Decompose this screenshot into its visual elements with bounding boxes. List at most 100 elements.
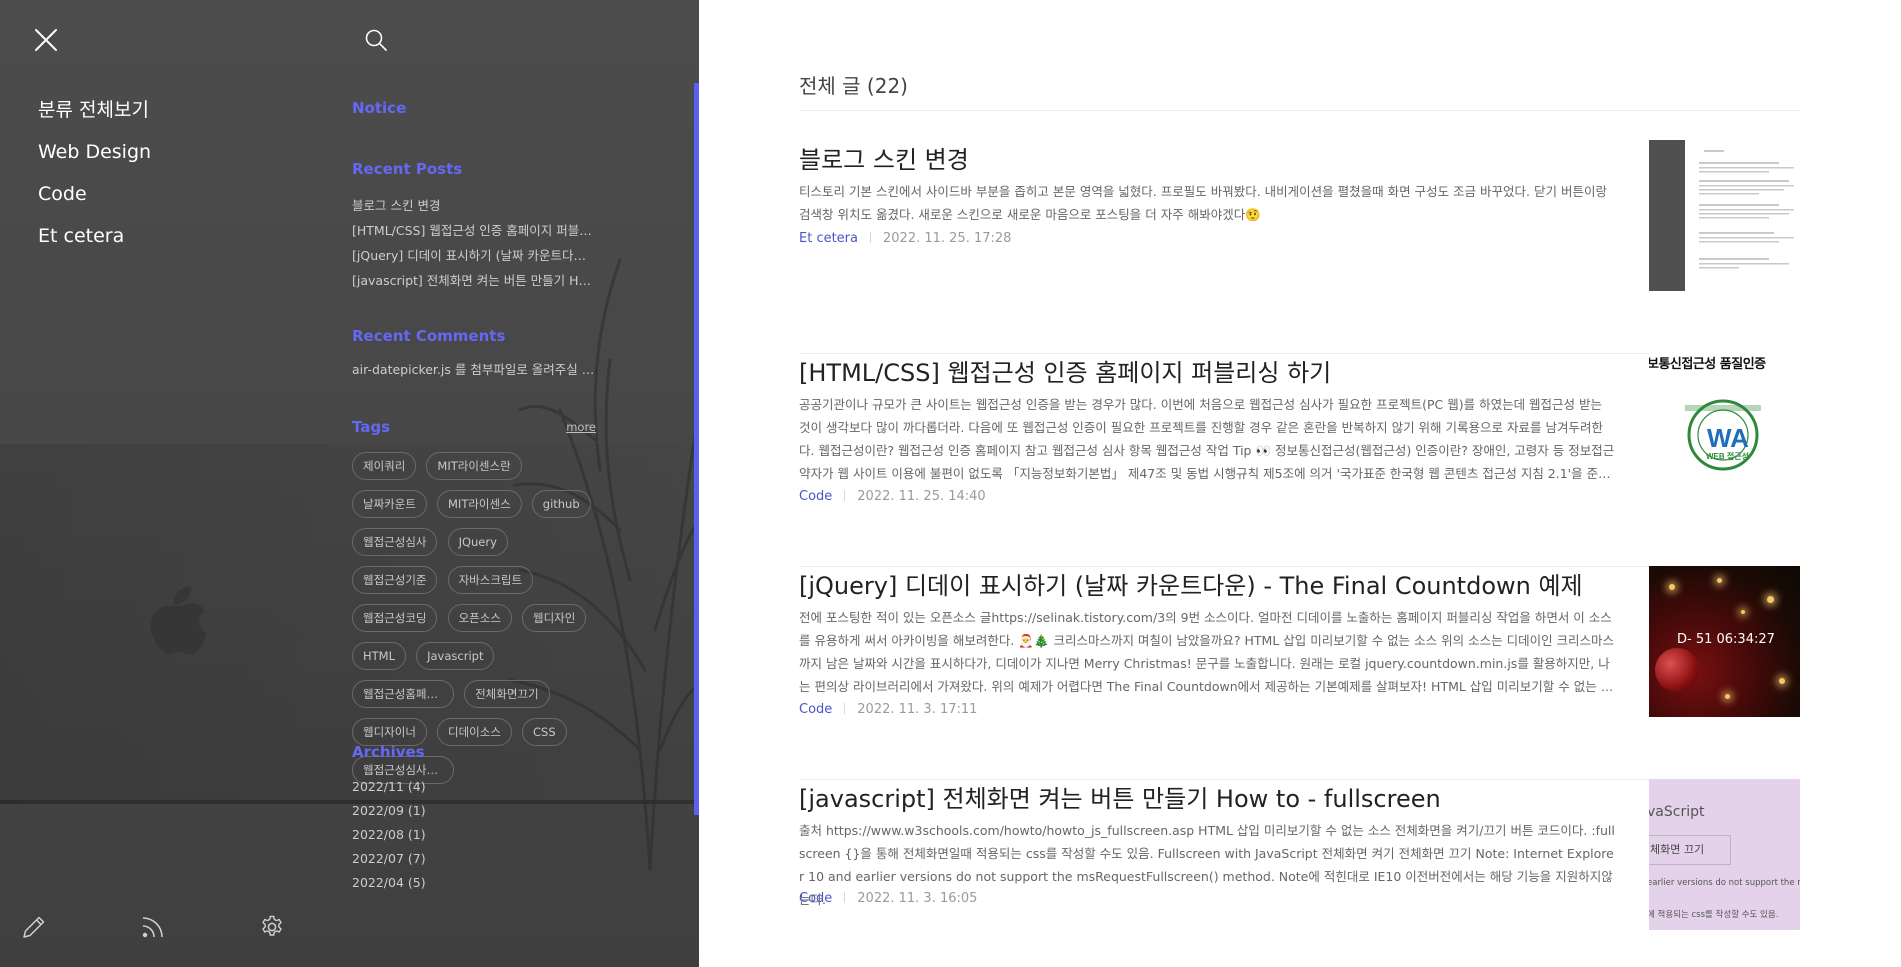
tag-item[interactable]: JQuery [447,528,508,556]
countdown-text: D- 51 06:34:27 [1677,632,1775,647]
post-thumbnail[interactable]: 보통신접근성 품질인증 WA WEB 접근성 [1649,353,1800,504]
post-item[interactable]: [javascript] 전체화면 켜는 버튼 만들기 How to - ful… [799,779,1800,967]
post-category-link[interactable]: Et cetera [799,231,858,246]
light-dot [1717,578,1722,583]
tag-item[interactable]: 날짜카운트 [352,490,427,518]
close-button[interactable] [34,28,58,52]
post-meta: Code 2022. 11. 3. 16:05 [799,891,977,906]
post-summary: 공공기관이나 규모가 큰 사이트는 웹접근성 인증을 받는 경우가 많다. 이번… [799,397,1615,481]
section-title: 전체 글 (22) [799,74,908,98]
post-date: 2022. 11. 25. 14:40 [857,489,986,504]
recent-posts-title: Recent Posts [352,160,463,178]
rss-icon [142,917,163,938]
post-summary: 티스토리 기본 스킨에서 사이드바 부분을 좁히고 본문 영역을 넓혔다. 프로… [799,184,1607,222]
notice-title[interactable]: Notice [352,99,596,117]
meta-divider [870,232,871,243]
tag-item[interactable]: 오픈소스 [447,604,512,632]
post-title[interactable]: [javascript] 전체화면 켜는 버튼 만들기 How to - ful… [799,779,1441,814]
light-dot [1741,610,1745,614]
meta-divider [844,490,846,501]
recent-post-item[interactable]: 블로그 스킨 변경 [352,197,596,222]
tag-item[interactable]: 웹디자이너 [352,718,427,746]
category-item-all[interactable]: 분류 전체보기 [38,96,151,138]
apple-logo-icon [150,586,207,655]
tag-item[interactable]: 웹디자인 [522,604,587,632]
tag-item[interactable]: 웹접근성심사 [352,528,438,556]
search-button[interactable] [364,28,388,52]
pencil-icon [23,916,45,938]
archive-item[interactable]: 2022/09 (1) [352,802,596,826]
thumbnail-button-shape: 체화면 끄기 [1649,835,1731,865]
archives-section: Archives 2022/11 (4) 2022/09 (1) 2022/08… [352,743,596,898]
wa-badge-sub: WEB 접근성 [1706,451,1749,461]
category-item-et-cetera[interactable]: Et cetera [38,222,151,264]
post-thumbnail[interactable] [1649,140,1800,291]
post-meta: Et cetera 2022. 11. 25. 17:28 [799,231,1011,246]
tags-more-link[interactable]: more [566,420,596,434]
tag-item[interactable]: 웹접근성코딩 [352,604,438,632]
tag-item[interactable]: 제이쿼리 [352,452,417,480]
tag-item[interactable]: 전체화면끄기 [464,680,550,708]
post-category-link[interactable]: Code [799,489,832,504]
thumbnail-text: vaScript [1649,804,1705,820]
recent-post-item[interactable]: [HTML/CSS] 웹접근성 인증 홈페이지 퍼블리싱 하기 [352,222,596,247]
post-date: 2022. 11. 3. 16:05 [857,891,978,906]
thumbnail-text: 에 적용되는 css를 작성할 수도 있음. [1649,910,1779,920]
tags-section: Tags more 제이쿼리 MIT라이센스란 날짜카운트 MIT라이센스 gi… [352,418,596,794]
recent-comment-item[interactable]: air-datepicker.js 를 첨부파일로 올려주실 수 있을까요? [352,361,596,386]
wa-certification-mark: WA WEB 접근성 [1685,399,1761,471]
archives-title: Archives [352,743,425,761]
recent-post-item[interactable]: [javascript] 전체화면 켜는 버튼 만들기 How to - ful… [352,272,596,297]
archives-list: 2022/11 (4) 2022/09 (1) 2022/08 (1) 2022… [352,778,596,898]
tag-item[interactable]: github [531,490,591,518]
tag-item[interactable]: 자바스크립트 [447,566,534,594]
tag-item[interactable]: HTML [352,642,407,670]
sidebar: 분류 전체보기 Web Design Code Et cetera Notice… [0,0,699,967]
tag-item[interactable]: 디데이소스 [437,718,512,746]
wa-badge-text: WA [1707,423,1749,453]
tag-item[interactable]: MIT라이센스란 [426,452,522,480]
archive-item[interactable]: 2022/08 (1) [352,826,596,850]
write-button[interactable] [21,914,47,940]
search-icon [365,29,387,51]
tag-item[interactable]: 웹접근성기준 [352,566,438,594]
post-title[interactable]: [jQuery] 디데이 표시하기 (날짜 카운트다운) - The Final… [799,566,1583,601]
post-meta: Code 2022. 11. 25. 14:40 [799,489,986,504]
post-category-link[interactable]: Code [799,891,832,906]
thumbnail-text: earlier versions do not support the m [1649,878,1800,888]
tags-title: Tags [352,418,391,436]
post-title[interactable]: 블로그 스킨 변경 [799,140,969,175]
recent-posts-section: Recent Posts 블로그 스킨 변경 [HTML/CSS] 웹접근성 인… [352,160,596,297]
post-thumbnail[interactable]: D- 51 06:34:27 [1649,566,1800,717]
meta-divider [844,892,846,903]
post-category-link[interactable]: Code [799,702,832,717]
tag-item[interactable]: MIT라이센스 [437,490,522,518]
tag-item[interactable]: Javascript [416,642,495,670]
tag-item[interactable]: CSS [522,718,567,746]
sidebar-scrollbar[interactable] [694,83,699,815]
notice-section: Notice [352,99,596,117]
post-item[interactable]: 블로그 스킨 변경 티스토리 기본 스킨에서 사이드바 부분을 좁히고 본문 영… [799,140,1800,354]
archive-item[interactable]: 2022/11 (4) [352,778,596,802]
main-content: 전체 글 (22) 블로그 스킨 변경 티스토리 기본 스킨에서 사이드바 부분… [700,0,1901,967]
category-item-web-design[interactable]: Web Design [38,138,151,180]
archive-item[interactable]: 2022/07 (7) [352,850,596,874]
recent-comments-title: Recent Comments [352,327,506,345]
post-thumbnail[interactable]: vaScript 체화면 끄기 earlier versions do not … [1649,779,1800,930]
meta-divider [844,703,846,714]
category-item-code[interactable]: Code [38,180,151,222]
close-icon [35,29,57,51]
section-header: 전체 글 (22) [799,70,1799,111]
settings-button[interactable] [259,914,285,940]
post-item[interactable]: [jQuery] 디데이 표시하기 (날짜 카운트다운) - The Final… [799,566,1800,780]
archive-item[interactable]: 2022/04 (5) [352,874,596,898]
recent-comments-list: air-datepicker.js 를 첨부파일로 올려주실 수 있을까요? [352,361,596,386]
recent-post-item[interactable]: [jQuery] 디데이 표시하기 (날짜 카운트다운) - The Final… [352,247,596,272]
tag-item[interactable]: 웹접근성홈페이지 [352,680,454,708]
thumbnail-page-lines [1699,150,1794,269]
post-title[interactable]: [HTML/CSS] 웹접근성 인증 홈페이지 퍼블리싱 하기 [799,353,1331,388]
ornament-shape [1655,648,1699,692]
rss-button[interactable] [140,914,166,940]
post-meta: Code 2022. 11. 3. 17:11 [799,702,977,717]
post-item[interactable]: [HTML/CSS] 웹접근성 인증 홈페이지 퍼블리싱 하기 공공기관이나 규… [799,353,1800,567]
